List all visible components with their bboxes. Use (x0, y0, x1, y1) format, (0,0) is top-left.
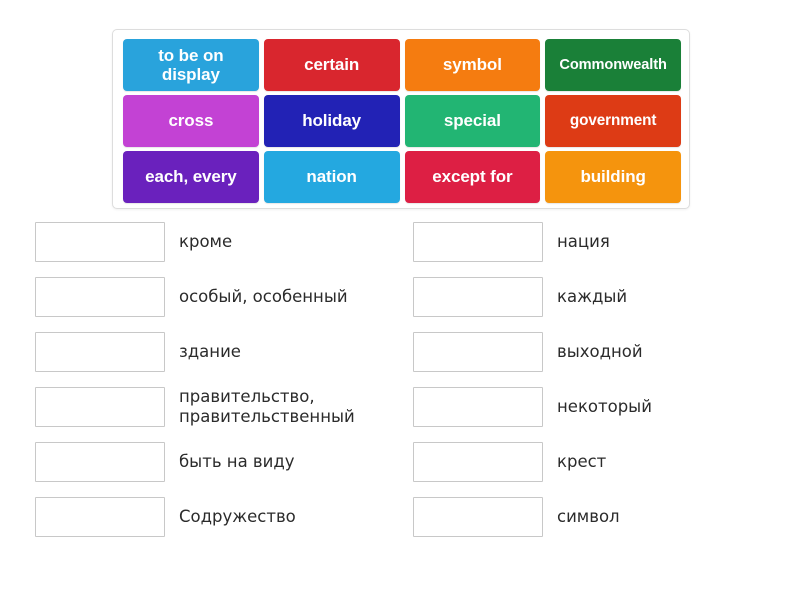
answer-label: некоторый (557, 396, 652, 416)
answer-label: особый, особенный (179, 286, 348, 306)
answer-drop-box[interactable] (413, 332, 543, 372)
answer-drop-box[interactable] (35, 332, 165, 372)
answer-label: символ (557, 506, 620, 526)
answer-row: нация (413, 222, 800, 262)
word-tile[interactable]: certain (263, 39, 400, 91)
word-tile[interactable]: symbol (404, 39, 541, 91)
answer-row: каждый (413, 277, 800, 317)
answer-row: особый, особенный (35, 277, 425, 317)
answer-row: крест (413, 442, 800, 482)
word-tile[interactable]: Commonwealth (545, 39, 681, 91)
answer-row: Содружество (35, 497, 425, 537)
answer-drop-box[interactable] (413, 277, 543, 317)
answer-label: Содружество (179, 506, 296, 526)
answer-drop-box[interactable] (413, 222, 543, 262)
answer-column-left: кроме особый, особенный здание правительств… (35, 222, 425, 552)
answer-row: здание (35, 332, 425, 372)
answer-label: быть на виду (179, 451, 295, 471)
word-tile[interactable]: to be on display (123, 39, 259, 91)
answer-label: правительство, правительственный (179, 386, 355, 426)
answer-drop-box[interactable] (35, 222, 165, 262)
word-tile[interactable]: holiday (263, 95, 400, 147)
answer-drop-box[interactable] (35, 387, 165, 427)
answer-row: правительство, правительственный (35, 387, 425, 427)
word-tile[interactable]: nation (263, 151, 400, 203)
answer-drop-box[interactable] (35, 497, 165, 537)
answer-label: крест (557, 451, 607, 471)
tile-row: each, every nation except for building (123, 151, 681, 203)
answer-area: кроме особый, особенный здание правительств… (0, 222, 800, 600)
answer-label: здание (179, 341, 241, 361)
answer-drop-box[interactable] (35, 442, 165, 482)
word-tile[interactable]: each, every (123, 151, 259, 203)
answer-row: быть на виду (35, 442, 425, 482)
answer-row: некоторый (413, 387, 800, 427)
tile-row: to be on display certain symbol Commonwealt… (123, 39, 681, 91)
word-tile[interactable]: building (545, 151, 681, 203)
answer-row: выходной (413, 332, 800, 372)
answer-label: выходной (557, 341, 643, 361)
word-tile[interactable]: cross (123, 95, 259, 147)
answer-drop-box[interactable] (35, 277, 165, 317)
answer-drop-box[interactable] (413, 497, 543, 537)
answer-row: кроме (35, 222, 425, 262)
answer-drop-box[interactable] (413, 442, 543, 482)
answer-row: символ (413, 497, 800, 537)
answer-label: каждый (557, 286, 628, 306)
word-tile-bank: to be on display certain symbol Commonwealt… (112, 29, 690, 209)
word-tile[interactable]: special (404, 95, 541, 147)
word-tile[interactable]: government (545, 95, 681, 147)
word-tile[interactable]: except for (404, 151, 541, 203)
answer-label: кроме (179, 231, 233, 251)
answer-drop-box[interactable] (413, 387, 543, 427)
answer-column-right: нация каждый выходной некоторый крест символ (413, 222, 800, 552)
answer-label: нация (557, 231, 610, 251)
tile-row: cross holiday special government (123, 95, 681, 147)
